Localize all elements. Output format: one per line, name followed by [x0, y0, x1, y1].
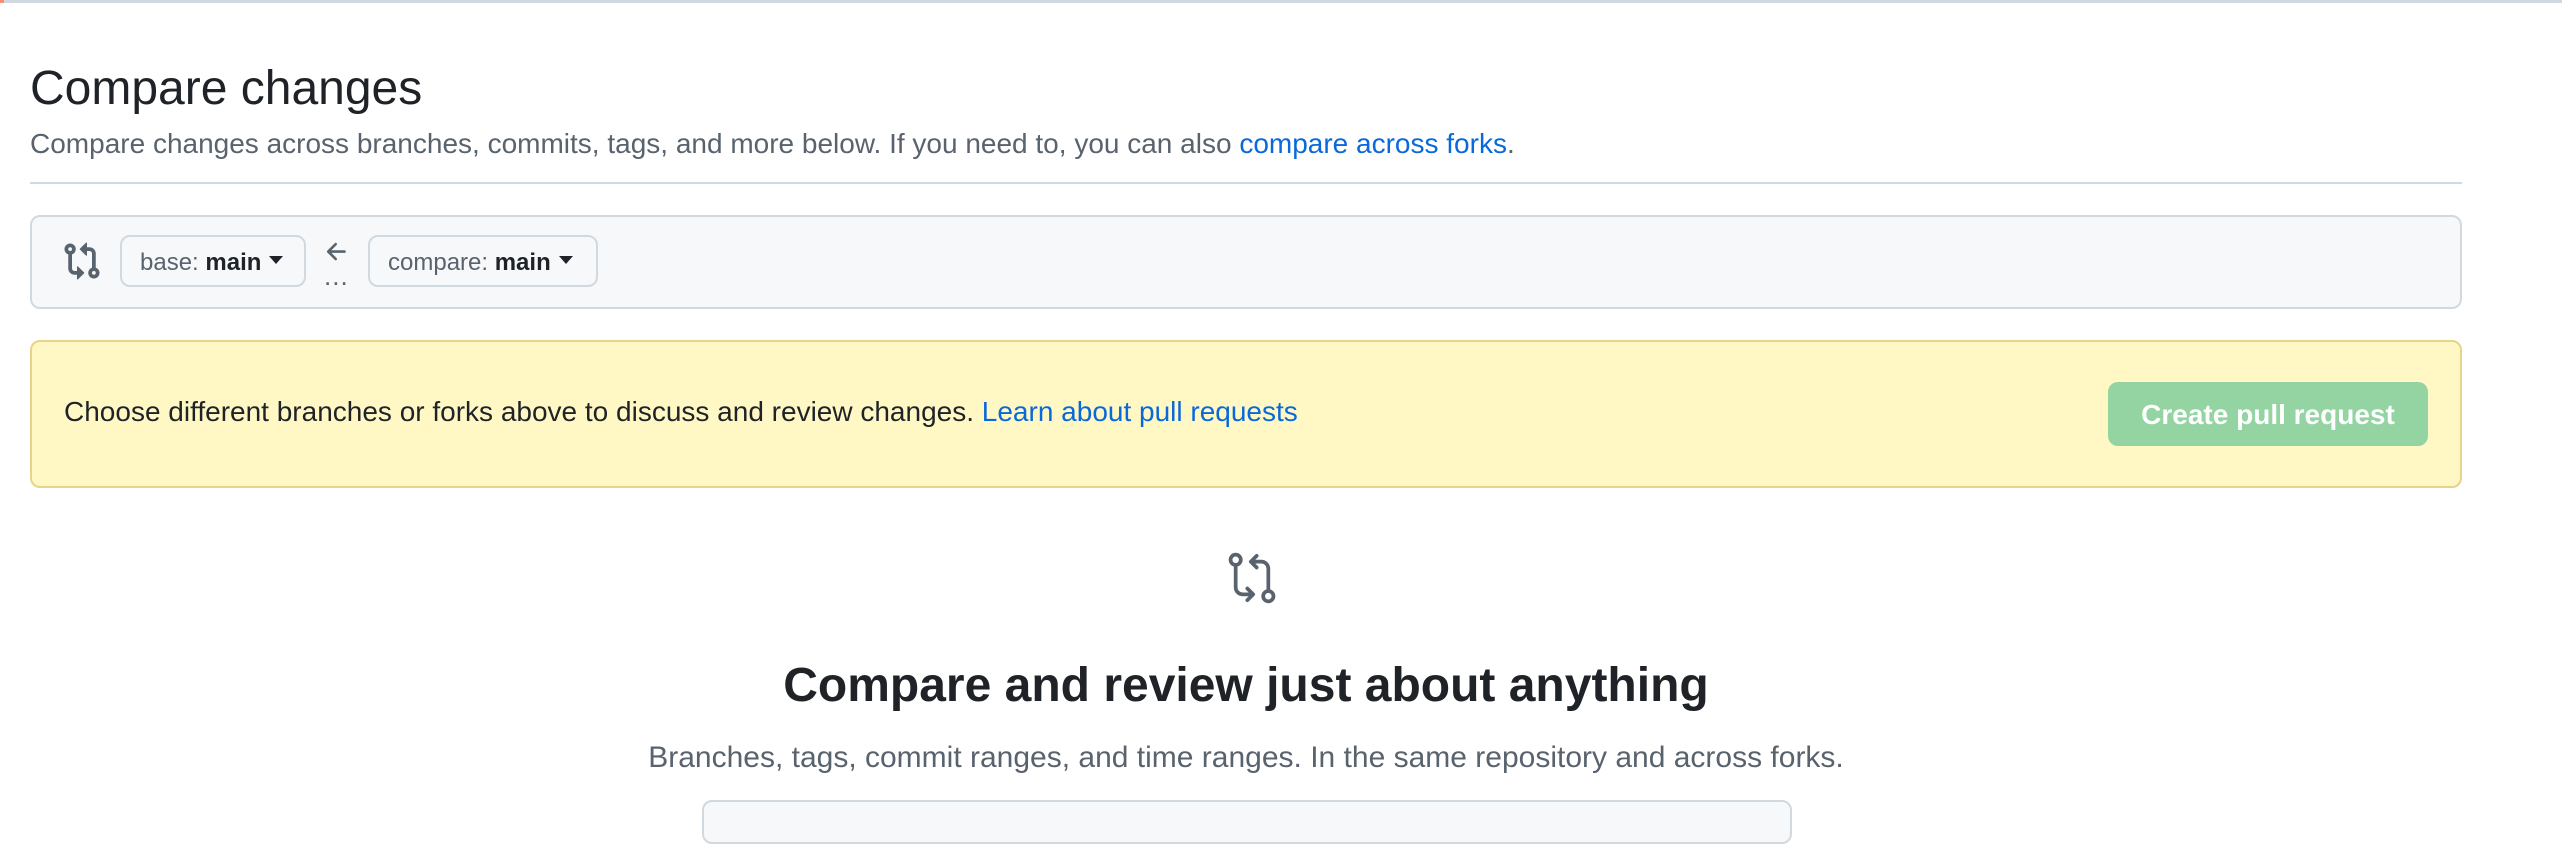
range-editor: base: main ... compare: main	[30, 215, 2462, 309]
top-border	[0, 0, 2562, 3]
blankslate-description: Branches, tags, commit ranges, and time …	[648, 741, 1844, 774]
compare-branch-button[interactable]: compare: main	[368, 235, 598, 287]
top-border-accent	[0, 0, 4, 3]
flash-message-text: Choose different branches or forks above…	[64, 396, 982, 427]
examples-box	[702, 800, 1792, 844]
blankslate-title: Compare and review just about anything	[783, 659, 1709, 712]
range-dots: ...	[324, 261, 349, 291]
compare-prefix: compare:	[388, 249, 495, 276]
divider	[30, 182, 2462, 184]
git-compare-icon	[1228, 552, 1276, 604]
flash-message: Choose different branches or forks above…	[64, 394, 1298, 430]
base-branch-name: main	[205, 249, 262, 276]
compare-across-forks-link[interactable]: compare across forks	[1239, 128, 1507, 159]
subtitle-end: .	[1506, 128, 1515, 159]
subtitle-text: Compare changes across branches, commits…	[30, 128, 1240, 159]
compare-branch-name: main	[494, 249, 551, 276]
flash-notice: Choose different branches or forks above…	[30, 340, 2462, 488]
page-subtitle: Compare changes across branches, commits…	[30, 126, 1515, 162]
git-compare-icon	[64, 242, 100, 280]
chevron-down-icon	[558, 255, 573, 264]
chevron-down-icon	[269, 255, 284, 264]
learn-about-pull-requests-link[interactable]: Learn about pull requests	[982, 396, 1298, 427]
page-title: Compare changes	[30, 62, 423, 115]
base-branch-button[interactable]: base: main	[120, 235, 306, 287]
base-prefix: base:	[140, 249, 206, 276]
create-pull-request-button[interactable]: Create pull request	[2108, 382, 2428, 446]
